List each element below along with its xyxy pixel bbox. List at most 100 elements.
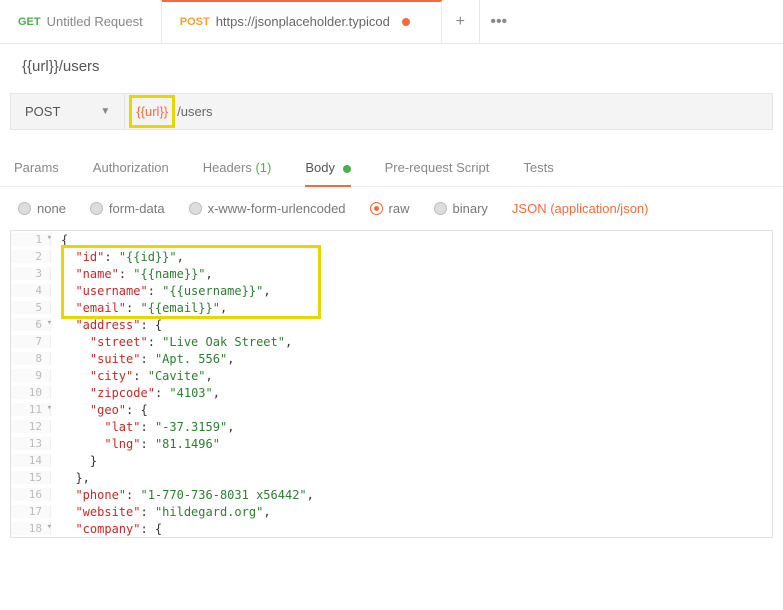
line-number: 7 (11, 335, 51, 348)
url-variable: {{url}} (136, 104, 168, 119)
tab-body[interactable]: Body (305, 160, 350, 187)
code-line[interactable]: 7 "street": "Live Oak Street", (11, 333, 772, 350)
chevron-down-icon: ▼ (100, 106, 110, 117)
code-content: } (51, 454, 97, 468)
code-content: "lng": "81.1496" (51, 437, 220, 451)
url-path: /users (175, 104, 214, 119)
ellipsis-icon: ••• (490, 13, 507, 31)
radio-icon (189, 202, 202, 215)
radio-icon (18, 202, 31, 215)
tab-tests[interactable]: Tests (523, 160, 553, 186)
tab-params[interactable]: Params (14, 160, 59, 186)
tab-title: Untitled Request (47, 14, 143, 29)
code-content: "phone": "1-770-736-8031 x56442", (51, 488, 314, 502)
line-number: 18▾ (11, 522, 51, 535)
fold-icon[interactable]: ▾ (47, 233, 52, 243)
code-line[interactable]: 17 "website": "hildegard.org", (11, 503, 772, 520)
body-type-options: none form-data x-www-form-urlencoded raw… (0, 187, 783, 230)
tab-post-jsonplaceholder[interactable]: POST https://jsonplaceholder.typicod (162, 0, 442, 43)
url-variable-highlight: {{url}} (129, 95, 175, 128)
new-tab-button[interactable]: + (442, 0, 480, 43)
body-active-dot-icon (343, 165, 351, 173)
code-content: "suite": "Apt. 556", (51, 352, 234, 366)
line-number: 1▾ (11, 233, 51, 246)
line-number: 16 (11, 488, 51, 501)
url-input[interactable]: {{url}} /users (125, 94, 772, 129)
request-name[interactable]: {{url}}/users (0, 44, 783, 89)
code-content: "zipcode": "4103", (51, 386, 220, 400)
body-editor[interactable]: 1▾{2 "id": "{{id}}",3 "name": "{{name}}"… (10, 230, 773, 538)
request-section-tabs: Params Authorization Headers (1) Body Pr… (0, 130, 783, 187)
plus-icon: + (456, 13, 465, 31)
content-type-dropdown[interactable]: JSON (application/json) (512, 201, 649, 216)
line-number: 8 (11, 352, 51, 365)
line-number: 5 (11, 301, 51, 314)
unsaved-dot-icon (402, 18, 410, 26)
code-line[interactable]: 11▾ "geo": { (11, 401, 772, 418)
code-line[interactable]: 6▾ "address": { (11, 316, 772, 333)
tabs-bar: GET Untitled Request POST https://jsonpl… (0, 0, 783, 44)
request-url-row: POST ▼ {{url}} /users (10, 93, 773, 130)
code-line[interactable]: 13 "lng": "81.1496" (11, 435, 772, 452)
code-line[interactable]: 1▾{ (11, 231, 772, 248)
fold-icon[interactable]: ▾ (47, 403, 52, 413)
code-line[interactable]: 9 "city": "Cavite", (11, 367, 772, 384)
code-content: "lat": "-37.3159", (51, 420, 234, 434)
line-number: 6▾ (11, 318, 51, 331)
tab-headers[interactable]: Headers (1) (203, 160, 272, 186)
code-line[interactable]: 12 "lat": "-37.3159", (11, 418, 772, 435)
code-line[interactable]: 8 "suite": "Apt. 556", (11, 350, 772, 367)
code-content: "geo": { (51, 403, 148, 417)
body-opt-urlencoded[interactable]: x-www-form-urlencoded (189, 201, 346, 216)
line-number: 11▾ (11, 403, 51, 416)
code-line[interactable]: 4 "username": "{{username}}", (11, 282, 772, 299)
radio-icon (370, 202, 383, 215)
tab-menu-button[interactable]: ••• (480, 0, 518, 43)
line-number: 17 (11, 505, 51, 518)
code-line[interactable]: 15 }, (11, 469, 772, 486)
code-line[interactable]: 10 "zipcode": "4103", (11, 384, 772, 401)
line-number: 10 (11, 386, 51, 399)
code-content: "address": { (51, 318, 162, 332)
tab-get-untitled[interactable]: GET Untitled Request (0, 0, 162, 43)
code-line[interactable]: 2 "id": "{{id}}", (11, 248, 772, 265)
tab-authorization[interactable]: Authorization (93, 160, 169, 186)
code-line[interactable]: 18▾ "company": { (11, 520, 772, 537)
radio-icon (90, 202, 103, 215)
line-number: 15 (11, 471, 51, 484)
line-number: 3 (11, 267, 51, 280)
fold-icon[interactable]: ▾ (47, 318, 52, 328)
line-number: 12 (11, 420, 51, 433)
method-badge: GET (18, 16, 41, 28)
method-label: POST (25, 104, 60, 119)
code-content: "email": "{{email}}", (51, 301, 227, 315)
code-content: "street": "Live Oak Street", (51, 335, 292, 349)
line-number: 4 (11, 284, 51, 297)
body-opt-formdata[interactable]: form-data (90, 201, 165, 216)
code-content: "id": "{{id}}", (51, 250, 184, 264)
line-number: 14 (11, 454, 51, 467)
tab-prerequest[interactable]: Pre-request Script (385, 160, 490, 186)
code-line[interactable]: 3 "name": "{{name}}", (11, 265, 772, 282)
method-badge: POST (180, 16, 210, 28)
body-opt-none[interactable]: none (18, 201, 66, 216)
code-content: "name": "{{name}}", (51, 267, 213, 281)
code-line[interactable]: 16 "phone": "1-770-736-8031 x56442", (11, 486, 772, 503)
headers-count: (1) (255, 160, 271, 175)
radio-icon (434, 202, 447, 215)
body-opt-raw[interactable]: raw (370, 201, 410, 216)
body-opt-binary[interactable]: binary (434, 201, 488, 216)
code-content: "city": "Cavite", (51, 369, 213, 383)
code-content: "username": "{{username}}", (51, 284, 271, 298)
tab-title: https://jsonplaceholder.typicod (216, 14, 390, 29)
line-number: 9 (11, 369, 51, 382)
method-dropdown[interactable]: POST ▼ (11, 94, 125, 129)
code-line[interactable]: 5 "email": "{{email}}", (11, 299, 772, 316)
code-content: }, (51, 471, 90, 485)
fold-icon[interactable]: ▾ (47, 522, 52, 532)
code-content: { (51, 233, 68, 247)
code-content: "company": { (51, 522, 162, 536)
line-number: 13 (11, 437, 51, 450)
code-content: "website": "hildegard.org", (51, 505, 271, 519)
code-line[interactable]: 14 } (11, 452, 772, 469)
